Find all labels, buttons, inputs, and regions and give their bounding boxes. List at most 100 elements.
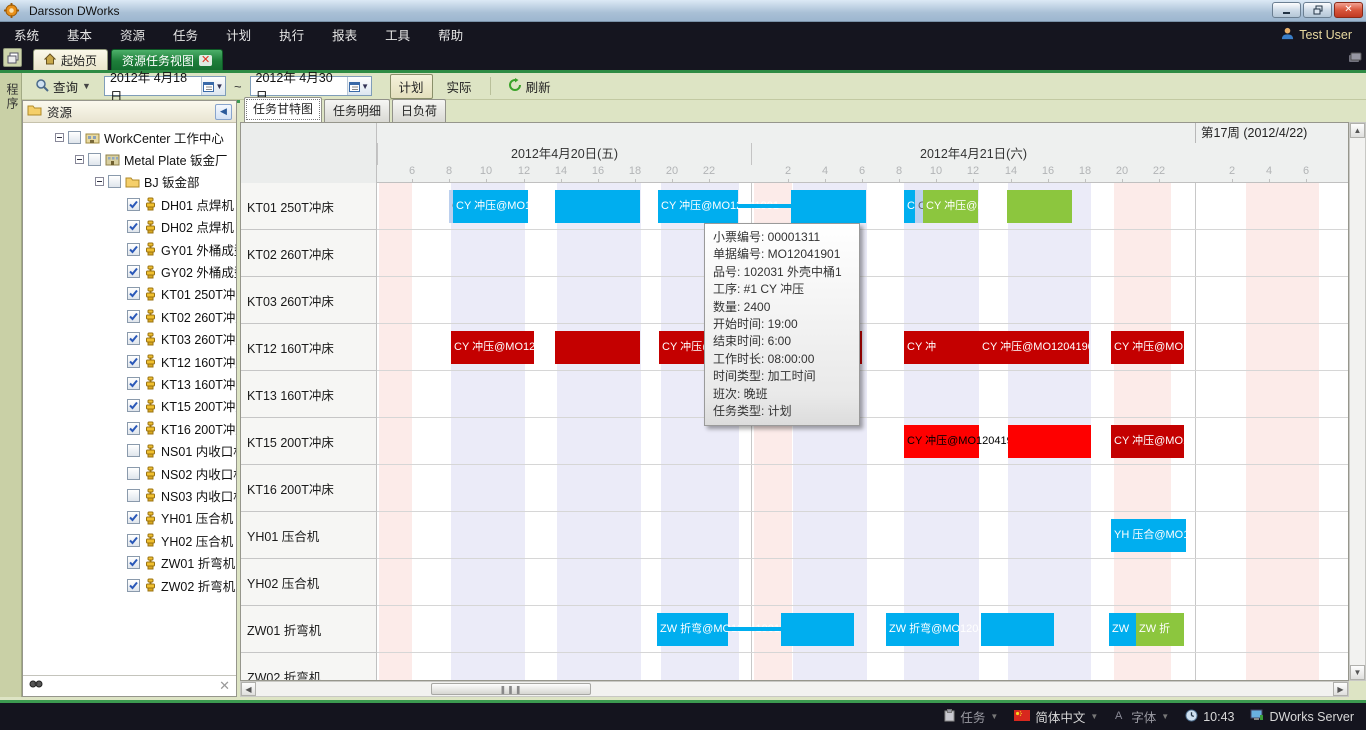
scroll-up-icon[interactable]: ▲ [1350, 123, 1365, 138]
task-bar[interactable]: YH 压合@MO1 [1111, 519, 1186, 552]
checkbox-checked[interactable] [127, 534, 140, 547]
task-bar[interactable]: ZW 折弯@MO12041901 [657, 613, 728, 646]
task-bar[interactable] [555, 331, 640, 364]
query-button[interactable]: 查询 ▼ [28, 74, 98, 99]
checkbox-checked[interactable] [127, 422, 140, 435]
task-bar[interactable] [738, 204, 791, 208]
scrollbar-thumb[interactable]: ❚❚❚ [431, 683, 591, 695]
vertical-scrollbar[interactable]: ▲ ▼ [1349, 122, 1366, 681]
checkbox-checked[interactable] [127, 265, 140, 278]
filter-clear-icon[interactable]: ✕ [219, 678, 230, 694]
task-bar[interactable]: ZW 折 [1136, 613, 1184, 646]
minimize-button[interactable] [1272, 2, 1301, 18]
menu-item-任务[interactable]: 任务 [159, 25, 212, 44]
task-bar[interactable] [728, 627, 781, 631]
gantt-tab-任务明细[interactable]: 任务明细 [324, 99, 390, 122]
tree-filter-bar[interactable]: ✕ [23, 675, 236, 696]
task-bar[interactable] [1008, 425, 1091, 458]
menu-item-报表[interactable]: 报表 [318, 25, 371, 44]
scroll-left-icon[interactable]: ◀ [241, 682, 256, 696]
task-bar[interactable]: CY 冲压@MO12041901 [453, 190, 528, 223]
task-bar[interactable]: CY 冲压@MO1 [1111, 425, 1184, 458]
task-bar[interactable]: CY 冲 [904, 331, 979, 364]
task-bar[interactable]: CY 冲压@MO12041904 [979, 331, 1089, 364]
refresh-button[interactable]: 刷新 [501, 74, 558, 99]
tree-item[interactable]: KT16 200T冲床 [23, 417, 236, 439]
task-bar[interactable]: ZW [1109, 613, 1136, 646]
panel-collapse-button[interactable]: ◀ [215, 104, 232, 120]
tree-item[interactable]: KT03 260T冲床 [23, 328, 236, 350]
checkbox-checked[interactable] [127, 377, 140, 390]
tree-item[interactable]: DH02 点焊机 [23, 216, 236, 238]
tree-item[interactable]: NS02 内收口机 [23, 462, 236, 484]
menu-item-系统[interactable]: 系统 [0, 25, 53, 44]
checkbox-checked[interactable] [127, 579, 140, 592]
checkbox-checked[interactable] [127, 511, 140, 524]
tree-item[interactable]: WorkCenter 工作中心 [23, 126, 236, 148]
checkbox-checked[interactable] [127, 332, 140, 345]
menu-item-工具[interactable]: 工具 [371, 25, 424, 44]
menu-item-资源[interactable]: 资源 [106, 25, 159, 44]
status-item-clock[interactable]: 10:43 [1185, 709, 1234, 725]
collapsed-panel-label[interactable]: 程序 [4, 83, 21, 111]
expander-minus-icon[interactable] [75, 155, 84, 164]
date-from-editor[interactable]: 2012年 4月18日 ▼ [104, 76, 226, 96]
status-item-font[interactable]: A字体▼ [1114, 707, 1169, 726]
tree-item[interactable]: NS03 内收口机 [23, 484, 236, 506]
scroll-right-icon[interactable]: ▶ [1333, 682, 1348, 696]
task-bar[interactable] [1007, 190, 1072, 223]
checkbox-unchecked[interactable] [88, 153, 101, 166]
checkbox-checked[interactable] [127, 399, 140, 412]
menu-item-计划[interactable]: 计划 [212, 25, 265, 44]
calendar-icon[interactable]: ▼ [347, 77, 371, 95]
tree-item[interactable]: BJ 钣金部 [23, 171, 236, 193]
task-bar[interactable]: CY 冲压@MO12041901 [658, 190, 738, 223]
checkbox-checked[interactable] [127, 310, 140, 323]
task-bar[interactable]: ZW 折弯@MO12041901 [886, 613, 959, 646]
tree-item[interactable]: Metal Plate 钣金厂 [23, 148, 236, 170]
tree-item[interactable]: ZW01 折弯机 [23, 551, 236, 573]
task-bar[interactable]: C [904, 190, 915, 223]
horizontal-scrollbar[interactable]: ◀ ▶ ❚❚❚ [240, 681, 1349, 697]
tree-item[interactable]: KT01 250T冲床 [23, 283, 236, 305]
tree-item[interactable]: NS01 内收口机 [23, 439, 236, 461]
calendar-icon[interactable]: ▼ [201, 77, 225, 95]
tree-item[interactable]: YH01 压合机 [23, 507, 236, 529]
tab-scroll-icon[interactable] [1348, 51, 1362, 69]
restore-button[interactable] [1303, 2, 1332, 18]
status-item-server[interactable]: DWorks Server [1250, 709, 1354, 724]
checkbox-unchecked[interactable] [127, 489, 140, 502]
task-bar[interactable]: CY 冲压@MO1 [1111, 331, 1184, 364]
gantt-tab-日负荷[interactable]: 日负荷 [392, 99, 446, 122]
tab-close-icon[interactable]: ✕ [199, 55, 212, 66]
actual-toggle-button[interactable]: 实际 [439, 75, 480, 98]
collapsed-panel-strip[interactable]: 程序 [0, 73, 22, 697]
checkbox-unchecked[interactable] [108, 175, 121, 188]
task-bar[interactable] [981, 613, 1054, 646]
task-bar[interactable] [555, 190, 640, 223]
task-bar[interactable] [781, 613, 854, 646]
tree-item[interactable]: DH01 点焊机 [23, 193, 236, 215]
checkbox-checked[interactable] [127, 355, 140, 368]
status-item-clipboard[interactable]: 任务▼ [944, 707, 998, 726]
expander-minus-icon[interactable] [95, 177, 104, 186]
tab-home[interactable]: 起始页 [33, 49, 108, 70]
dropdown-caret-icon[interactable]: ▼ [1161, 712, 1169, 721]
task-bar[interactable]: C [915, 190, 923, 223]
task-bar[interactable]: CY 冲压@MO12041902 [923, 190, 978, 223]
tree-item[interactable]: ZW02 折弯机 [23, 574, 236, 596]
tree-item[interactable]: KT12 160T冲床 [23, 350, 236, 372]
checkbox-checked[interactable] [127, 198, 140, 211]
task-bar[interactable] [791, 190, 866, 223]
task-bar[interactable]: CY 冲压@MO12041904 [451, 331, 534, 364]
tree-item[interactable]: KT13 160T冲床 [23, 372, 236, 394]
date-to-editor[interactable]: 2012年 4月30日 ▼ [250, 76, 372, 96]
gantt-tab-任务甘特图[interactable]: 任务甘特图 [244, 97, 322, 122]
scroll-down-icon[interactable]: ▼ [1350, 665, 1365, 680]
checkbox-checked[interactable] [127, 556, 140, 569]
menu-item-帮助[interactable]: 帮助 [424, 25, 477, 44]
menu-item-执行[interactable]: 执行 [265, 25, 318, 44]
checkbox-checked[interactable] [127, 243, 140, 256]
menu-item-基本[interactable]: 基本 [53, 25, 106, 44]
tree-item[interactable]: YH02 压合机 [23, 529, 236, 551]
